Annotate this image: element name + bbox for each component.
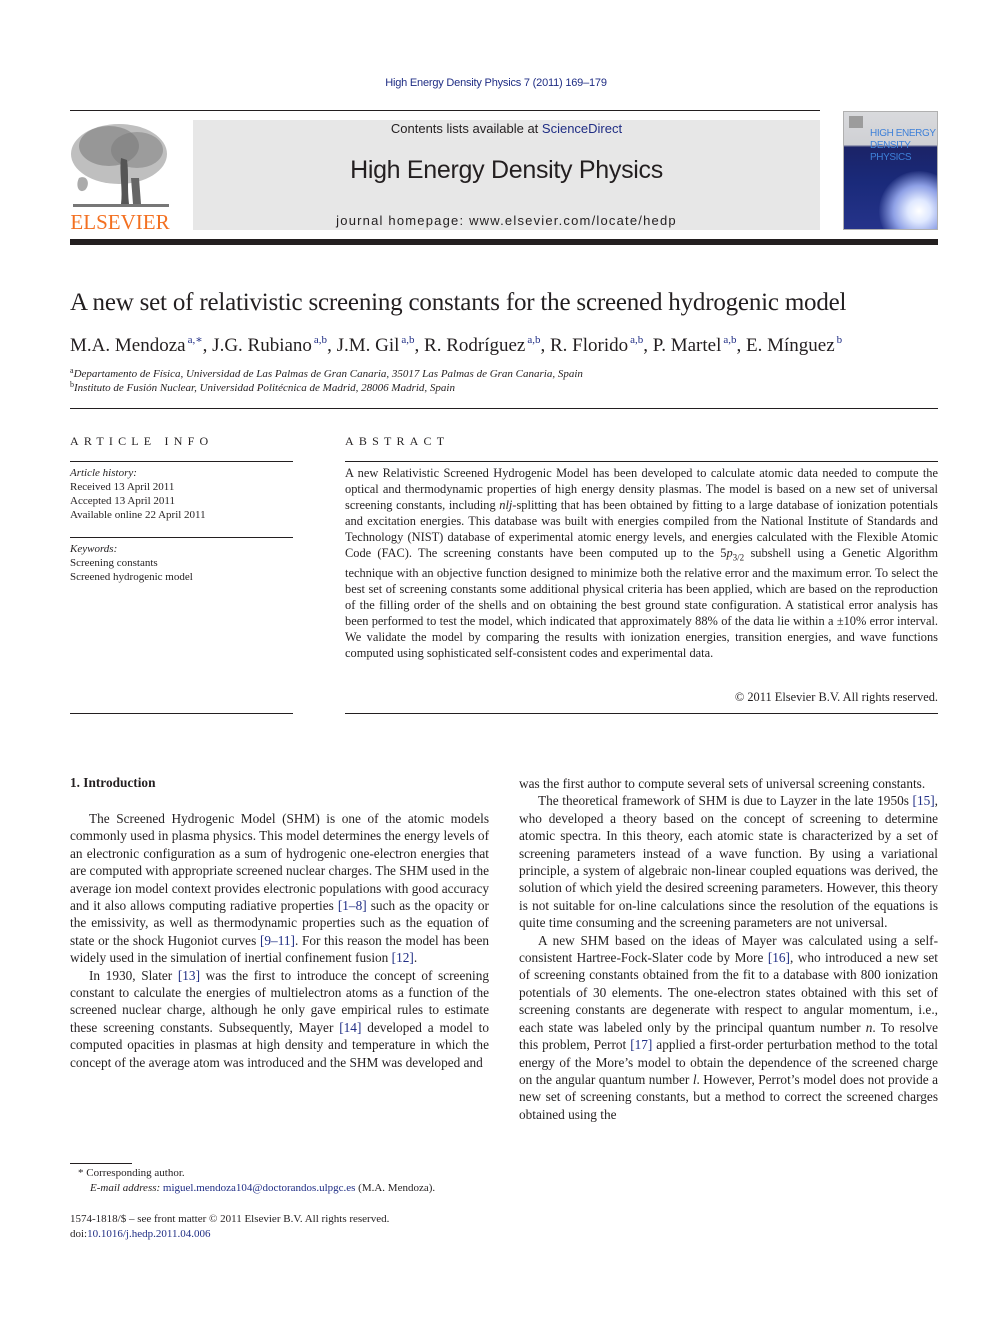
divider: [345, 461, 938, 462]
abstract-text: A new Relativistic Screened Hydrogenic M…: [345, 466, 939, 661]
citation-link[interactable]: [16]: [768, 950, 790, 965]
footnote-rule: [70, 1163, 132, 1164]
author[interactable]: P. Martel a,b: [653, 334, 737, 356]
divider: [70, 461, 293, 462]
citation-link[interactable]: [9–11]: [260, 933, 295, 948]
divider: [70, 713, 293, 714]
cover-title: HIGH ENERGY DENSITY PHYSICS: [870, 128, 936, 163]
front-matter: 1574-1818/$ – see front matter © 2011 El…: [70, 1213, 390, 1240]
citation-link[interactable]: [17]: [630, 1037, 652, 1052]
homepage-url[interactable]: www.elsevier.com/locate/hedp: [469, 213, 677, 228]
available-date: Available online 22 April 2011: [70, 509, 206, 521]
divider: [70, 537, 293, 538]
homepage-label: journal homepage:: [336, 213, 470, 228]
journal-reference-link[interactable]: High Energy Density Physics 7 (2011) 169…: [0, 77, 992, 89]
author-affil-marker[interactable]: a,b: [723, 334, 736, 346]
header-rule: [70, 110, 820, 111]
journal-homepage: journal homepage: www.elsevier.com/locat…: [193, 213, 820, 228]
author-affil-marker[interactable]: a,∗: [188, 334, 203, 346]
paragraph: The Screened Hydrogenic Model (SHM) is o…: [70, 811, 489, 966]
cover-publisher-icon: [849, 116, 863, 128]
author[interactable]: J.M. Gil a,b: [337, 334, 415, 356]
author-list: M.A. Mendoza a,∗, J.G. Rubiano a,b, J.M. G…: [70, 334, 843, 356]
citation-link[interactable]: [13]: [178, 968, 200, 983]
journal-name: High Energy Density Physics: [350, 156, 663, 184]
email-link[interactable]: miguel.mendoza104@doctorandos.ulpgc.es: [163, 1182, 356, 1194]
author[interactable]: M.A. Mendoza a,∗: [70, 334, 203, 356]
citation-link[interactable]: [14]: [339, 1020, 361, 1035]
history-label: Article history:: [70, 467, 137, 479]
author[interactable]: R. Florido a,b: [550, 334, 643, 356]
affiliation-b: bInstituto de Fusión Nuclear, Universida…: [70, 380, 455, 394]
divider: [345, 713, 938, 714]
citation-link[interactable]: [12]: [392, 950, 414, 965]
sciencedirect-link[interactable]: ScienceDirect: [542, 121, 622, 136]
paragraph: was the first author to compute several …: [519, 776, 926, 791]
affiliation-a: aDepartamento de Física, Universidad de …: [70, 366, 583, 380]
paragraph: The theoretical framework of SHM is due …: [519, 793, 938, 931]
paragraph: In 1930, Slater [13] was the first to in…: [70, 967, 489, 1070]
citation-link[interactable]: [15]: [913, 793, 935, 808]
article-history: Article history: Received 13 April 2011 …: [70, 466, 206, 522]
author-affil-marker[interactable]: a,b: [527, 334, 540, 346]
author[interactable]: E. Mínguez b: [746, 334, 843, 356]
keyword: Screened hydrogenic model: [70, 571, 193, 583]
keywords-label: Keywords:: [70, 543, 118, 555]
author-affil-marker[interactable]: a,b: [630, 334, 643, 346]
abstract-heading: ABSTRACT: [345, 434, 450, 448]
keywords: Keywords: Screening constants Screened h…: [70, 542, 193, 584]
article-info-heading: ARTICLE INFO: [70, 434, 214, 448]
footnote-star: *: [78, 1167, 84, 1179]
cover-star-glow: [879, 171, 937, 229]
contents-prefix: Contents lists available at: [390, 121, 542, 136]
elsevier-wordmark: ELSEVIER: [70, 210, 169, 231]
section-heading: 1. Introduction: [70, 775, 156, 790]
author-affil-marker[interactable]: a,b: [314, 334, 327, 346]
citation-link[interactable]: [1–8]: [338, 898, 367, 913]
contents-line: Contents lists available at ScienceDirec…: [193, 121, 820, 136]
divider: [70, 408, 938, 409]
received-date: Received 13 April 2011: [70, 481, 175, 493]
paragraph: A new SHM based on the ideas of Mayer wa…: [519, 932, 939, 1122]
issn-line: 1574-1818/$ – see front matter © 2011 El…: [70, 1213, 390, 1225]
author-affil-marker[interactable]: a,b: [401, 334, 414, 346]
elsevier-logo[interactable]: ELSEVIER: [69, 118, 172, 234]
body-column-right: was the first author to compute several …: [519, 775, 938, 1123]
article-title: A new set of relativistic screening cons…: [70, 289, 847, 316]
journal-cover-image[interactable]: HIGH ENERGY DENSITY PHYSICS: [843, 111, 938, 230]
corresponding-author-footnote: * Corresponding author. E-mail address: …: [78, 1167, 436, 1194]
abstract-copyright: © 2011 Elsevier B.V. All rights reserved…: [734, 690, 938, 704]
author-affil-marker[interactable]: b: [837, 334, 843, 346]
author[interactable]: R. Rodríguez a,b: [424, 334, 540, 356]
doi-link[interactable]: 10.1016/j.hedp.2011.04.006: [87, 1228, 210, 1240]
body-column-left: The Screened Hydrogenic Model (SHM) is o…: [70, 810, 489, 1071]
keyword: Screening constants: [70, 557, 158, 569]
author[interactable]: J.G. Rubiano a,b: [212, 334, 327, 356]
elsevier-tree-icon: ELSEVIER: [70, 124, 170, 234]
accepted-date: Accepted 13 April 2011: [70, 495, 175, 507]
header-thick-rule: [70, 239, 938, 245]
